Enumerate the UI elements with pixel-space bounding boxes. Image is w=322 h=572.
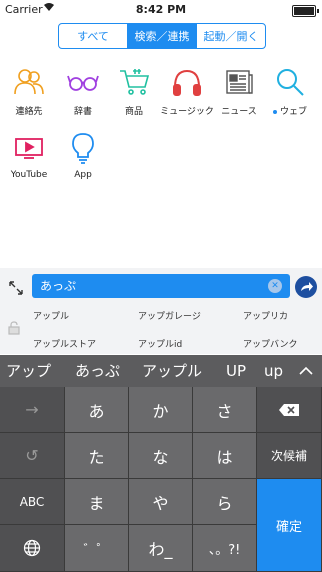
- status-bar: Carrier 8:42 PM: [0, 0, 322, 20]
- segment-all[interactable]: すべて: [59, 24, 128, 48]
- newspaper-icon: [221, 64, 257, 100]
- suggestion-item[interactable]: アップリカ: [243, 309, 288, 322]
- cart-icon: [116, 64, 152, 100]
- clock: 8:42 PM: [135, 3, 187, 16]
- kana-key-ma[interactable]: ま: [65, 479, 129, 525]
- candidate-bar: アップ あっぷ アップル UP up: [0, 355, 322, 387]
- candidate-item[interactable]: アップル: [142, 355, 202, 387]
- battery-icon: [292, 5, 319, 17]
- lock-icon: [8, 320, 20, 335]
- search-input[interactable]: あっぷ: [32, 274, 290, 298]
- globe-key[interactable]: [0, 525, 65, 572]
- backspace-key[interactable]: [257, 387, 322, 433]
- kana-key-ha[interactable]: は: [193, 433, 257, 479]
- kana-key-ka[interactable]: か: [129, 387, 193, 433]
- segment-search-link[interactable]: 検索／連携: [128, 24, 197, 48]
- suggestion-item[interactable]: アップガレージ: [138, 309, 201, 322]
- kana-key-sa[interactable]: さ: [193, 387, 257, 433]
- candidate-item[interactable]: up: [264, 355, 283, 387]
- app-label: App: [74, 170, 92, 180]
- japanese-keyboard: → ↺ ABC あ か さ た な は ま や ら ゛゜ わ_ 、。?! 次候補…: [0, 387, 322, 572]
- punctuation-key[interactable]: 、。?!: [193, 525, 257, 572]
- next-candidate-key[interactable]: 次候補: [257, 433, 322, 479]
- abc-key[interactable]: ABC: [0, 479, 65, 525]
- segment-launch-open[interactable]: 起動／開く: [197, 24, 265, 48]
- app-label: ウェブ: [258, 104, 322, 117]
- share-arrow-icon: [301, 282, 313, 291]
- glasses-icon: [65, 64, 101, 100]
- candidate-item[interactable]: あっぷ: [75, 355, 120, 387]
- suggestion-item[interactable]: アップルストア: [33, 337, 96, 350]
- chevron-up-icon[interactable]: [298, 363, 314, 379]
- app-web[interactable]: ウェブ: [258, 64, 322, 117]
- undo-key[interactable]: ↺: [0, 433, 65, 479]
- cursor-right-key[interactable]: →: [0, 387, 65, 433]
- confirm-key[interactable]: 確定: [257, 479, 322, 572]
- suggestion-item[interactable]: アップルid: [138, 337, 182, 350]
- candidate-item[interactable]: UP: [226, 355, 246, 387]
- backspace-icon: [279, 403, 299, 416]
- kana-key-ya[interactable]: や: [129, 479, 193, 525]
- kana-key-ra[interactable]: ら: [193, 479, 257, 525]
- kana-key-na[interactable]: な: [129, 433, 193, 479]
- suggestion-item[interactable]: アップバンク: [243, 337, 297, 350]
- app-appstore[interactable]: App: [51, 130, 115, 180]
- candidate-item[interactable]: アップ: [6, 355, 51, 387]
- clear-icon[interactable]: ✕: [268, 279, 282, 293]
- globe-icon: [23, 539, 41, 557]
- selected-dot: [272, 109, 277, 114]
- play-icon: [11, 130, 47, 166]
- suggestion-item[interactable]: アップル: [33, 309, 69, 322]
- headphones-icon: [169, 64, 205, 100]
- contacts-icon: [11, 64, 47, 100]
- expand-icon[interactable]: [6, 278, 26, 298]
- lightbulb-icon: [65, 130, 101, 166]
- share-button[interactable]: [295, 276, 317, 298]
- kana-key-a[interactable]: あ: [65, 387, 129, 433]
- kana-key-wa[interactable]: わ_: [129, 525, 193, 572]
- category-segmented-control: すべて 検索／連携 起動／開く: [58, 23, 266, 49]
- search-icon: [272, 64, 308, 100]
- dakuten-key[interactable]: ゛゜: [65, 525, 129, 572]
- kana-key-ta[interactable]: た: [65, 433, 129, 479]
